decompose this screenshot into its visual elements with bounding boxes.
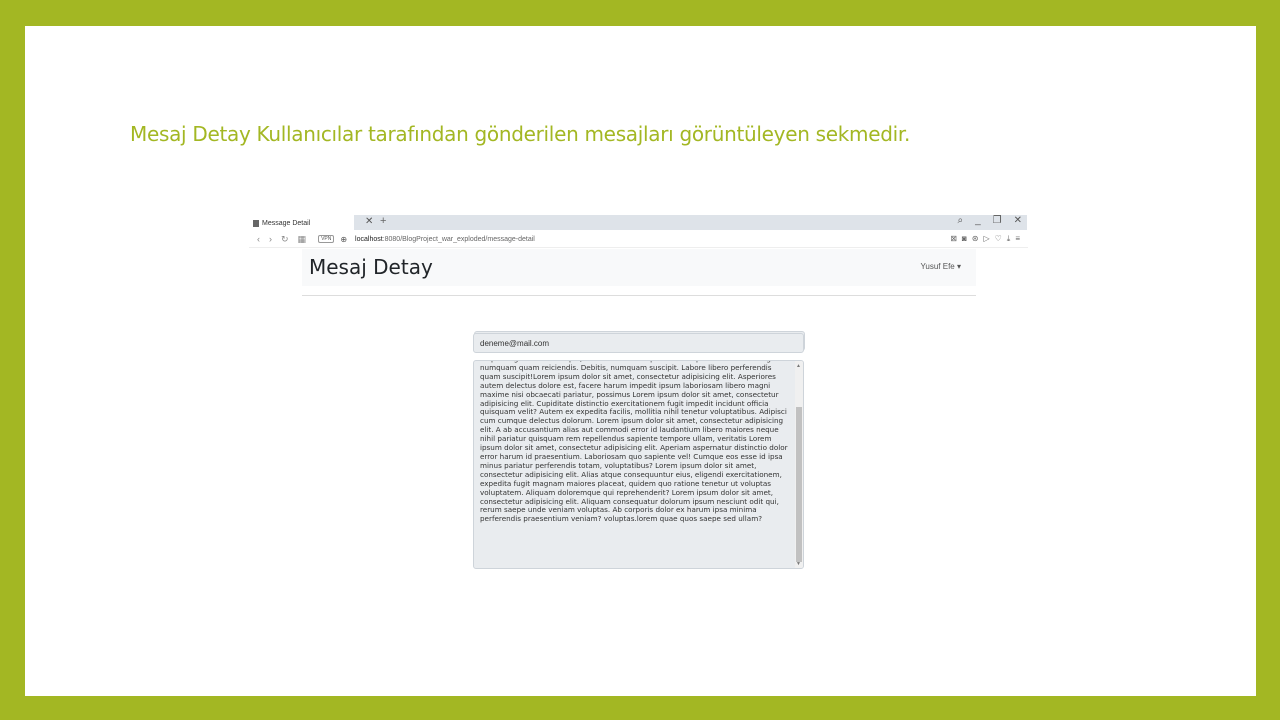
close-window-icon[interactable]: ✕ <box>1014 215 1022 226</box>
shield-icon[interactable]: ⊛ <box>972 234 979 244</box>
extension-icon[interactable]: ⊠ <box>950 234 957 244</box>
address-bar: ‹ › ↻ ▦ VPN ⊕ localhost:8080/BlogProject… <box>249 231 1028 248</box>
window-controls: ⌕ _ ❐ ✕ <box>957 215 1022 226</box>
nav-buttons: ‹ › ↻ ▦ <box>257 234 306 245</box>
close-tab-icon[interactable]: ✕ <box>365 216 373 227</box>
browser-tab[interactable]: Message Detail <box>253 216 351 230</box>
url-host: localhost <box>355 235 383 243</box>
url-path: :8080/BlogProject_war_exploded/message-d… <box>382 235 535 243</box>
back-icon[interactable]: ‹ <box>257 234 260 245</box>
scrollbar-thumb[interactable] <box>796 407 802 562</box>
tab-title: Message Detail <box>262 219 311 227</box>
navbar: Mesaj Detay Yusuf Efe ▾ <box>302 249 976 286</box>
vpn-badge[interactable]: VPN <box>318 235 335 243</box>
message-textarea[interactable]: adipisicing elit. Animi atque, ea et iur… <box>473 360 804 569</box>
restore-icon[interactable]: ❐ <box>993 215 1002 226</box>
caret-down-icon: ▾ <box>956 262 961 271</box>
search-icon[interactable]: ⌕ <box>957 215 963 226</box>
email-field[interactable]: deneme@mail.com <box>473 333 804 353</box>
heart-icon[interactable]: ♡ <box>995 234 1002 244</box>
tab-strip <box>354 215 1027 230</box>
scrollbar[interactable]: ▲ ▼ <box>795 361 803 568</box>
menu-icon[interactable]: ≡ <box>1015 234 1020 244</box>
grid-icon[interactable]: ▦ <box>298 234 307 245</box>
scroll-up-icon[interactable]: ▲ <box>796 363 801 369</box>
toolbar-icons: ⊠ ◙ ⊛ ▷ ♡ ⤓ ≡ <box>950 234 1020 244</box>
divider <box>302 295 976 296</box>
tab-bar: Message Detail ✕ + ⌕ _ ❐ ✕ <box>249 214 1028 231</box>
document-icon <box>253 219 259 227</box>
page-title: Mesaj Detay <box>309 255 433 279</box>
new-tab-icon[interactable]: + <box>380 215 386 227</box>
user-name: Yusuf Efe <box>920 262 955 271</box>
scroll-down-icon[interactable]: ▼ <box>796 561 801 567</box>
camera-icon[interactable]: ◙ <box>962 234 967 244</box>
slide-title: Mesaj Detay Kullanıcılar tarafından gönd… <box>130 122 911 146</box>
download-icon[interactable]: ⤓ <box>1007 234 1011 244</box>
user-menu[interactable]: Yusuf Efe ▾ <box>921 262 962 271</box>
reload-icon[interactable]: ↻ <box>281 234 289 245</box>
send-icon[interactable]: ▷ <box>983 234 989 244</box>
globe-icon: ⊕ <box>340 234 348 244</box>
url-field[interactable]: localhost:8080/BlogProject_war_exploded/… <box>355 236 535 243</box>
minimize-icon[interactable]: _ <box>975 215 981 226</box>
forward-icon[interactable]: › <box>269 234 272 245</box>
message-text: adipisicing elit. Animi atque, ea et iur… <box>480 361 788 524</box>
